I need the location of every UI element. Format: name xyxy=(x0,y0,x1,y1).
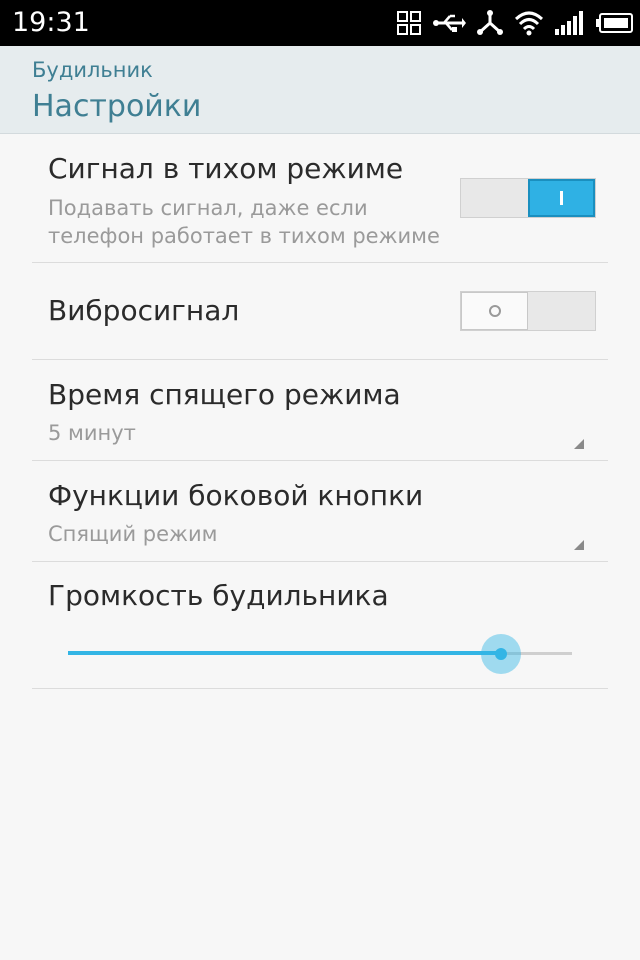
setting-title: Время спящего режима xyxy=(48,378,401,411)
setting-title: Громкость будильника xyxy=(48,579,389,612)
app-name[interactable]: Будильник xyxy=(32,57,153,83)
setting-side-button[interactable]: Функции боковой кнопки Спящий режим xyxy=(32,461,608,562)
setting-alarm-volume: Громкость будильника xyxy=(32,562,608,689)
status-icons xyxy=(396,8,634,38)
usb-icon xyxy=(432,12,466,34)
apps-grid-icon xyxy=(396,10,422,36)
action-bar: Будильник Настройки xyxy=(0,46,640,134)
setting-title: Функции боковой кнопки xyxy=(48,479,424,512)
wifi-icon xyxy=(514,10,544,36)
setting-vibrate[interactable]: Вибросигнал xyxy=(32,263,608,360)
dropdown-corner-icon xyxy=(574,439,584,449)
setting-value: 5 минут xyxy=(48,421,136,445)
page-title: Настройки xyxy=(32,89,202,124)
battery-icon xyxy=(596,12,634,34)
slider-thumb[interactable] xyxy=(481,634,522,674)
status-bar: 19:31 xyxy=(0,0,640,46)
setting-silent-alarm[interactable]: Сигнал в тихом режиме Подавать сигнал, д… xyxy=(32,135,608,263)
toggle-on-knob xyxy=(528,179,595,217)
vibrate-toggle[interactable] xyxy=(460,291,596,331)
setting-title: Сигнал в тихом режиме xyxy=(48,152,404,185)
dropdown-corner-icon xyxy=(574,540,584,550)
setting-title: Вибросигнал xyxy=(48,294,240,327)
setting-snooze-time[interactable]: Время спящего режима 5 минут xyxy=(32,360,608,461)
silent-alarm-toggle[interactable] xyxy=(460,178,596,218)
signal-icon xyxy=(554,10,586,36)
setting-value: Спящий режим xyxy=(48,522,218,546)
setting-summary: Подавать сигнал, даже если телефон работ… xyxy=(48,196,440,248)
share-icon xyxy=(476,9,504,37)
alarm-volume-slider[interactable] xyxy=(68,634,572,674)
toggle-off-knob xyxy=(461,292,528,330)
slider-fill xyxy=(68,651,502,655)
status-time: 19:31 xyxy=(12,7,90,38)
